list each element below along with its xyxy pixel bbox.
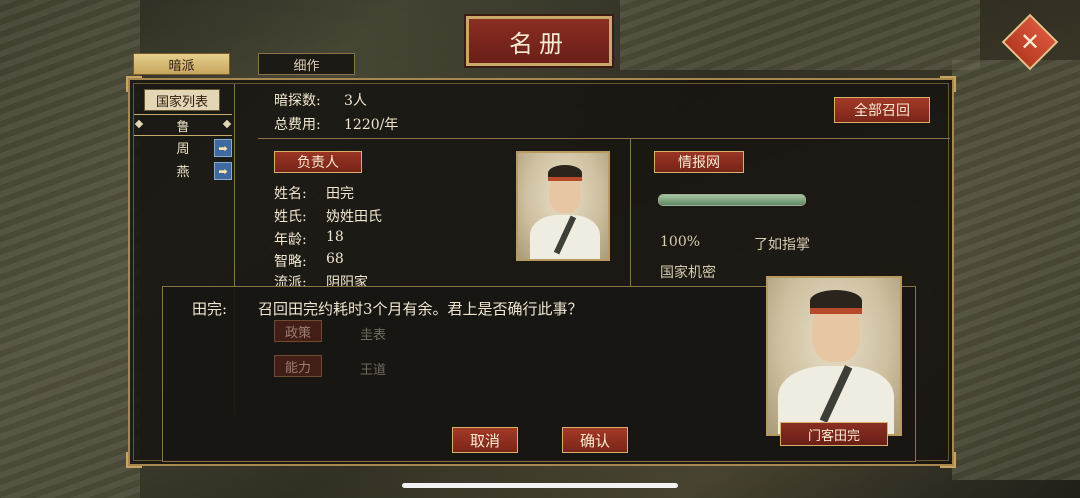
total-cost-value: 1220/年	[344, 117, 399, 133]
tab-agents[interactable]: 暗派	[133, 53, 230, 75]
intel-progress-bar	[658, 194, 806, 206]
leader-portrait	[516, 151, 610, 261]
dialog-speaker: 田完:	[192, 300, 228, 318]
arrow-right-icon[interactable]: ➡	[214, 139, 232, 157]
corner-ornament	[126, 452, 142, 468]
school-label: 流派:	[274, 275, 307, 286]
spies-count-label: 暗探数:	[274, 93, 321, 109]
ability-value: 王道	[360, 363, 387, 378]
policy-tag: 政策	[274, 320, 322, 342]
policy-value: 圭表	[360, 328, 387, 343]
background-roof-right	[952, 60, 1080, 480]
tab-spies[interactable]: 细作	[258, 53, 355, 75]
ability-tag: 能力	[274, 355, 322, 377]
retainer-portrait	[766, 276, 902, 436]
age-value: 18	[326, 229, 344, 245]
recall-all-button[interactable]: 全部召回	[834, 97, 930, 123]
corner-ornament	[940, 76, 956, 92]
dialog-message: 召回田完约耗时3个月有余。君上是否确行此事？	[258, 300, 583, 318]
clan-value: 妫姓田氏	[326, 209, 382, 225]
sidebar-header: 国家列表	[144, 89, 220, 111]
intel-section-tag: 情报网	[654, 151, 744, 173]
divider	[258, 138, 950, 139]
close-icon[interactable]: ✕	[1010, 22, 1050, 62]
background-roof-top	[620, 0, 980, 70]
strategy-label: 智略:	[274, 254, 307, 270]
intel-level: 了如指掌	[754, 237, 810, 253]
name-value: 田完	[326, 186, 354, 202]
name-label: 姓名:	[274, 186, 307, 202]
cancel-button[interactable]: 取消	[452, 427, 518, 453]
confirm-button[interactable]: 确认	[562, 427, 628, 453]
headband	[548, 177, 582, 181]
leader-section-tag: 负责人	[274, 151, 362, 173]
total-cost-label: 总费用:	[274, 117, 321, 133]
sidebar-item-lu[interactable]: 鲁	[134, 114, 232, 136]
age-label: 年龄:	[274, 232, 307, 248]
headband	[810, 308, 862, 314]
intel-progress-fill	[659, 195, 805, 205]
spies-count-value: 3人	[344, 93, 367, 109]
corner-ornament	[940, 452, 956, 468]
window-title: 名册	[466, 16, 612, 66]
arrow-right-icon[interactable]: ➡	[214, 162, 232, 180]
clan-label: 姓氏:	[274, 209, 307, 225]
background-roof-left	[0, 0, 140, 498]
divider	[630, 138, 631, 288]
home-indicator[interactable]	[402, 483, 678, 488]
intel-percent: 100%	[660, 234, 701, 250]
school-value: 阴阳家	[326, 275, 368, 286]
intel-subject: 国家机密	[660, 265, 716, 281]
retainer-nameplate: 门客田完	[780, 422, 888, 446]
strategy-value: 68	[326, 251, 344, 267]
